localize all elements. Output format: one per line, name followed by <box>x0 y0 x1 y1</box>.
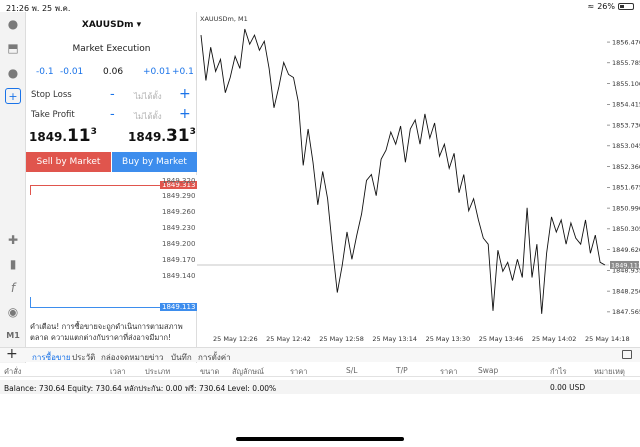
y-tick-label: 1848.250 <box>612 287 640 295</box>
volume-plus-big-button[interactable]: +0.1 <box>172 67 194 77</box>
price-chart-svg[interactable]: XAUUSDm, M1 1856.470 1855.785 1855.100 1854… <box>197 12 640 347</box>
take-profit-value[interactable]: ไม่ได้ตั้ง <box>134 110 162 123</box>
symbol-selector[interactable]: XAUUSDm ▾ <box>26 20 197 30</box>
volume-value[interactable]: 0.06 <box>103 67 123 77</box>
y-axis: 1856.470 1855.785 1855.100 1854.415 1853.730… <box>607 38 640 316</box>
objects-icon[interactable]: ◉ <box>5 304 21 320</box>
column-header[interactable]: ขนาด <box>200 366 219 378</box>
bid-price: 1849.113 <box>29 126 97 146</box>
mini-tick: 1849.260 <box>162 208 196 216</box>
stop-loss-row: Stop Loss - ไม่ได้ตั้ง + <box>26 86 197 104</box>
layout-icon[interactable] <box>622 350 632 359</box>
stop-loss-value[interactable]: ไม่ได้ตั้ง <box>134 90 162 103</box>
column-header[interactable]: ราคา <box>440 366 457 378</box>
x-tick-label: 25 May 13:30 <box>426 335 471 343</box>
x-tick-label: 25 May 12:58 <box>319 335 364 343</box>
y-tick-label: 1856.470 <box>612 38 640 46</box>
volume-minus-big-button[interactable]: -0.1 <box>36 67 54 77</box>
left-rail: ● ⬒ ● + ✚ ▮ f ◉ M1 <box>0 12 26 372</box>
y-tick-label: 1847.565 <box>612 308 640 316</box>
sell-by-market-button[interactable]: Sell by Market <box>26 152 111 172</box>
chat-icon[interactable]: ● <box>5 65 21 81</box>
tick-chart: 1849.313 1849.320 1849.290 1849.260 1849… <box>26 175 198 311</box>
columns-header: คำสั่ง เวลา ประเภท ขนาด สัญลักษณ์ ราคา S… <box>0 363 640 377</box>
stop-loss-plus-button[interactable]: + <box>179 86 191 102</box>
take-profit-minus-button[interactable]: - <box>110 107 115 122</box>
mini-tick: 1849.170 <box>162 256 196 264</box>
y-tick-label: 1855.785 <box>612 59 640 67</box>
y-tick-label: 1850.305 <box>612 225 640 233</box>
crosshair-icon[interactable]: ✚ <box>5 232 21 248</box>
ask-price: 1849.313 <box>128 126 196 146</box>
column-header[interactable]: ประเภท <box>145 366 170 378</box>
function-icon[interactable]: f <box>5 280 21 296</box>
take-profit-plus-button[interactable]: + <box>179 106 191 122</box>
balance-text: Balance: 730.64 Equity: 730.64 หลักประกั… <box>4 384 277 393</box>
order-panel: XAUUSDm ▾ Market Execution -0.1 -0.01 0.… <box>26 12 198 372</box>
market-warning: คำเตือน! การซื้อขายจะถูกดำเนินการตามสภาพ… <box>30 322 183 342</box>
wifi-icon: ≈ <box>587 2 595 11</box>
ask-line <box>30 185 160 186</box>
column-header[interactable]: S/L <box>346 366 357 375</box>
x-tick-label: 25 May 12:26 <box>213 335 258 343</box>
status-bar: 21:26 พ. 25 พ.ค. ≈ 26% <box>0 0 640 13</box>
execution-type[interactable]: Market Execution <box>26 44 197 54</box>
timeframe-button[interactable]: M1 <box>5 327 21 343</box>
column-header[interactable]: ราคา <box>290 366 307 378</box>
y-tick-label: 1853.730 <box>612 121 640 129</box>
candlestick-icon[interactable]: ▮ <box>5 256 21 272</box>
current-price-text: 1849.113 <box>611 261 640 269</box>
column-header[interactable]: กำไร <box>550 366 567 378</box>
price-series-line <box>200 28 606 314</box>
buy-by-market-button[interactable]: Buy by Market <box>112 152 197 172</box>
bottom-tabs: + การซื้อขาย ประวัติ กล่องจดหมาย ข่าว บั… <box>0 346 640 366</box>
y-tick-label: 1855.100 <box>612 80 640 88</box>
stop-loss-label: Stop Loss <box>31 90 72 100</box>
y-tick-label: 1854.415 <box>612 101 640 109</box>
take-profit-label: Take Profit <box>31 110 75 120</box>
y-tick-label: 1849.620 <box>612 246 640 254</box>
price-chart[interactable]: XAUUSDm, M1 1856.470 1855.785 1855.100 1854… <box>197 12 640 347</box>
mini-tick: 1849.290 <box>162 192 196 200</box>
x-tick-label: 25 May 13:46 <box>479 335 524 343</box>
y-tick-label: 1852.360 <box>612 163 640 171</box>
balance-row: Balance: 730.64 Equity: 730.64 หลักประกั… <box>0 380 640 394</box>
column-header[interactable]: หมายเหตุ <box>594 366 625 378</box>
volume-plus-small-button[interactable]: +0.01 <box>143 67 171 77</box>
mini-tick: 1849.320 <box>162 177 196 185</box>
person-icon[interactable]: ● <box>5 16 21 32</box>
column-header[interactable]: Swap <box>478 366 498 375</box>
volume-row: -0.1 -0.01 0.06 +0.01 +0.1 <box>26 67 197 81</box>
add-icon[interactable]: + <box>6 346 18 362</box>
volume-minus-small-button[interactable]: -0.01 <box>60 67 83 77</box>
y-tick-label: 1850.990 <box>612 204 640 212</box>
chart-title: XAUUSDm, M1 <box>200 15 248 23</box>
x-tick-label: 25 May 13:14 <box>372 335 417 343</box>
y-tick-label: 1853.045 <box>612 142 640 150</box>
home-indicator[interactable] <box>236 437 404 441</box>
new-order-icon[interactable]: + <box>5 88 21 104</box>
y-tick-label: 1851.675 <box>612 184 640 192</box>
x-axis: 25 May 12:26 25 May 12:42 25 May 12:58 25 M… <box>213 335 630 343</box>
mini-tick: 1849.230 <box>162 224 196 232</box>
battery-icon <box>618 3 634 10</box>
bid-line <box>30 307 160 308</box>
chevron-down-icon: ▾ <box>136 20 142 30</box>
x-tick-label: 25 May 12:42 <box>266 335 311 343</box>
status-right: ≈ 26% <box>588 2 634 11</box>
bid-badge: 1849.113 <box>160 303 198 311</box>
column-header[interactable]: สัญลักษณ์ <box>232 366 264 378</box>
mini-tick: 1849.200 <box>162 240 196 248</box>
mini-tick: 1849.140 <box>162 272 196 280</box>
take-profit-row: Take Profit - ไม่ได้ตั้ง + <box>26 106 197 124</box>
battery-percent: 26% <box>597 2 615 11</box>
column-header[interactable]: เวลา <box>110 366 126 378</box>
column-header[interactable]: คำสั่ง <box>4 366 21 378</box>
balance-total: 0.00 USD <box>550 383 586 392</box>
column-header[interactable]: T/P <box>396 366 408 375</box>
stop-loss-minus-button[interactable]: - <box>110 87 115 102</box>
x-tick-label: 25 May 14:02 <box>532 335 577 343</box>
deposit-icon[interactable]: ⬒ <box>5 40 21 56</box>
x-tick-label: 25 May 14:18 <box>585 335 630 343</box>
